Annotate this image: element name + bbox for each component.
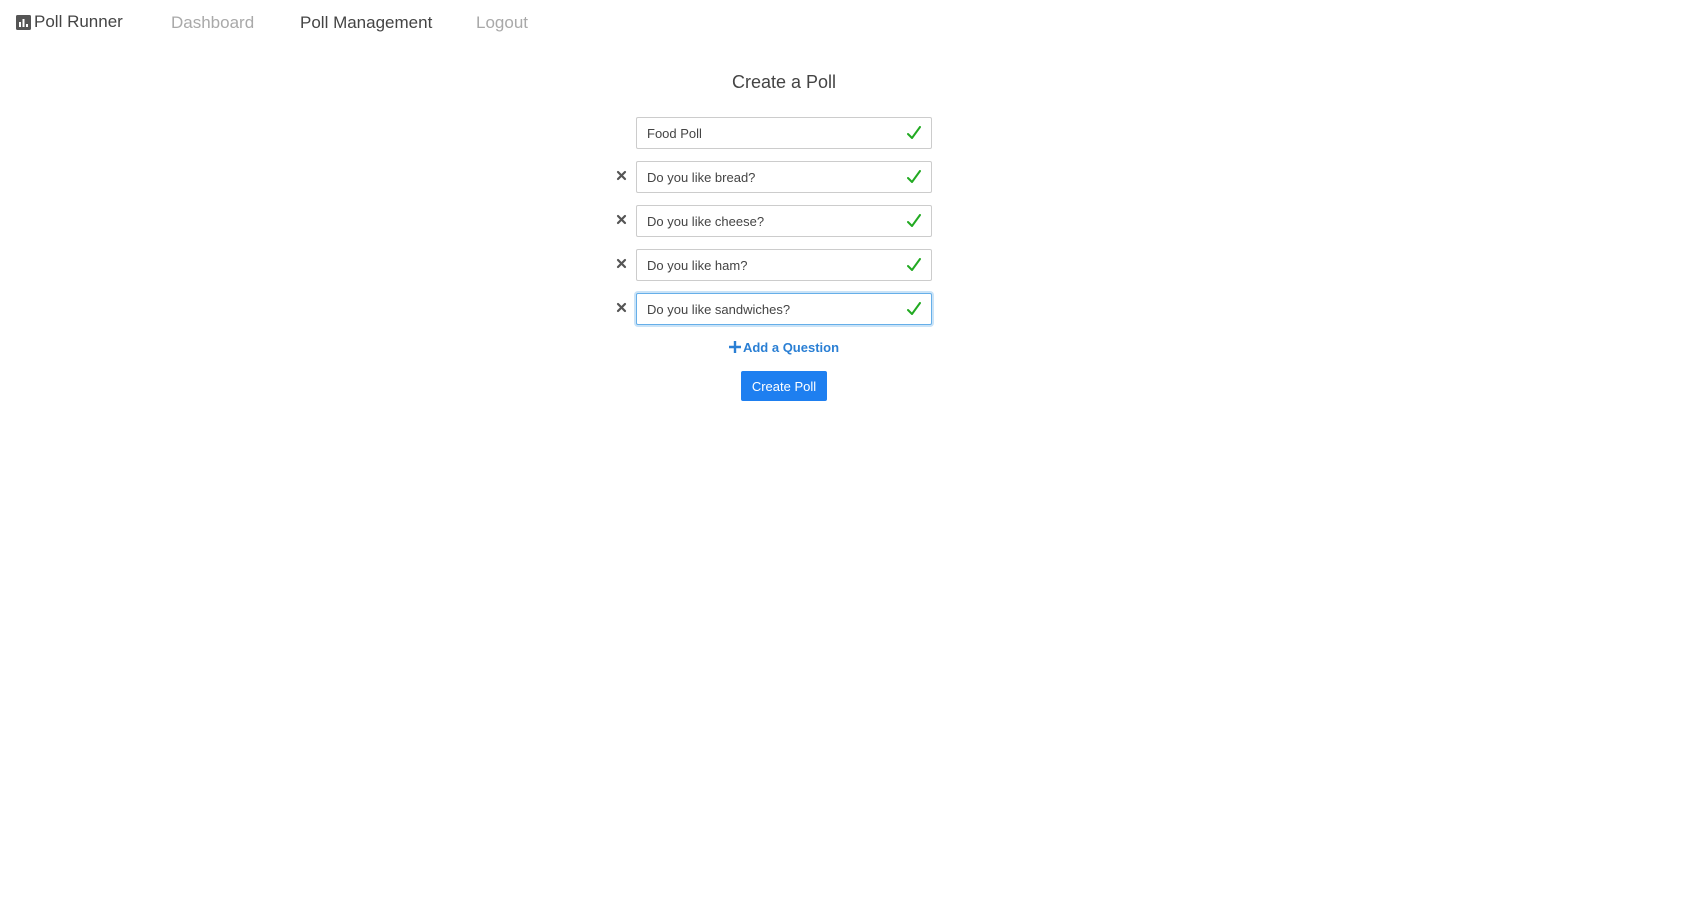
close-icon[interactable] [614,212,629,227]
check-icon [907,302,921,315]
check-icon [907,126,921,139]
navbar: Poll Runner Dashboard Poll Management Lo… [0,0,1694,48]
question-field-box [636,161,932,193]
nav-dashboard[interactable]: Dashboard [171,13,254,33]
question-row [612,293,934,325]
check-icon [907,170,921,183]
brand-link[interactable]: Poll Runner [16,12,123,32]
nav-logout[interactable]: Logout [476,13,528,33]
brand-title: Poll Runner [34,12,123,31]
question-input[interactable] [637,250,931,280]
question-field-box [636,249,932,281]
create-poll-button[interactable]: Create Poll [741,371,827,401]
close-icon[interactable] [614,300,629,315]
page-title: Create a Poll [731,72,837,92]
bar-chart-icon [16,14,31,30]
question-input[interactable] [637,294,931,324]
question-input[interactable] [637,206,931,236]
poll-name-input[interactable] [637,118,931,148]
add-question-link[interactable]: Add a Question [0,340,1568,355]
poll-name-row [612,117,934,149]
add-question-label: Add a Question [742,340,840,355]
question-row [612,249,934,281]
question-field-box [636,205,932,237]
question-input[interactable] [637,162,931,192]
check-icon [907,214,921,227]
close-icon[interactable] [614,168,629,183]
poll-name-field-box [636,117,932,149]
nav-poll-management[interactable]: Poll Management [300,13,432,33]
check-icon [907,258,921,271]
plus-icon [728,341,741,353]
question-row [612,205,934,237]
close-icon[interactable] [614,256,629,271]
question-field-box [636,293,932,325]
question-row [612,161,934,193]
